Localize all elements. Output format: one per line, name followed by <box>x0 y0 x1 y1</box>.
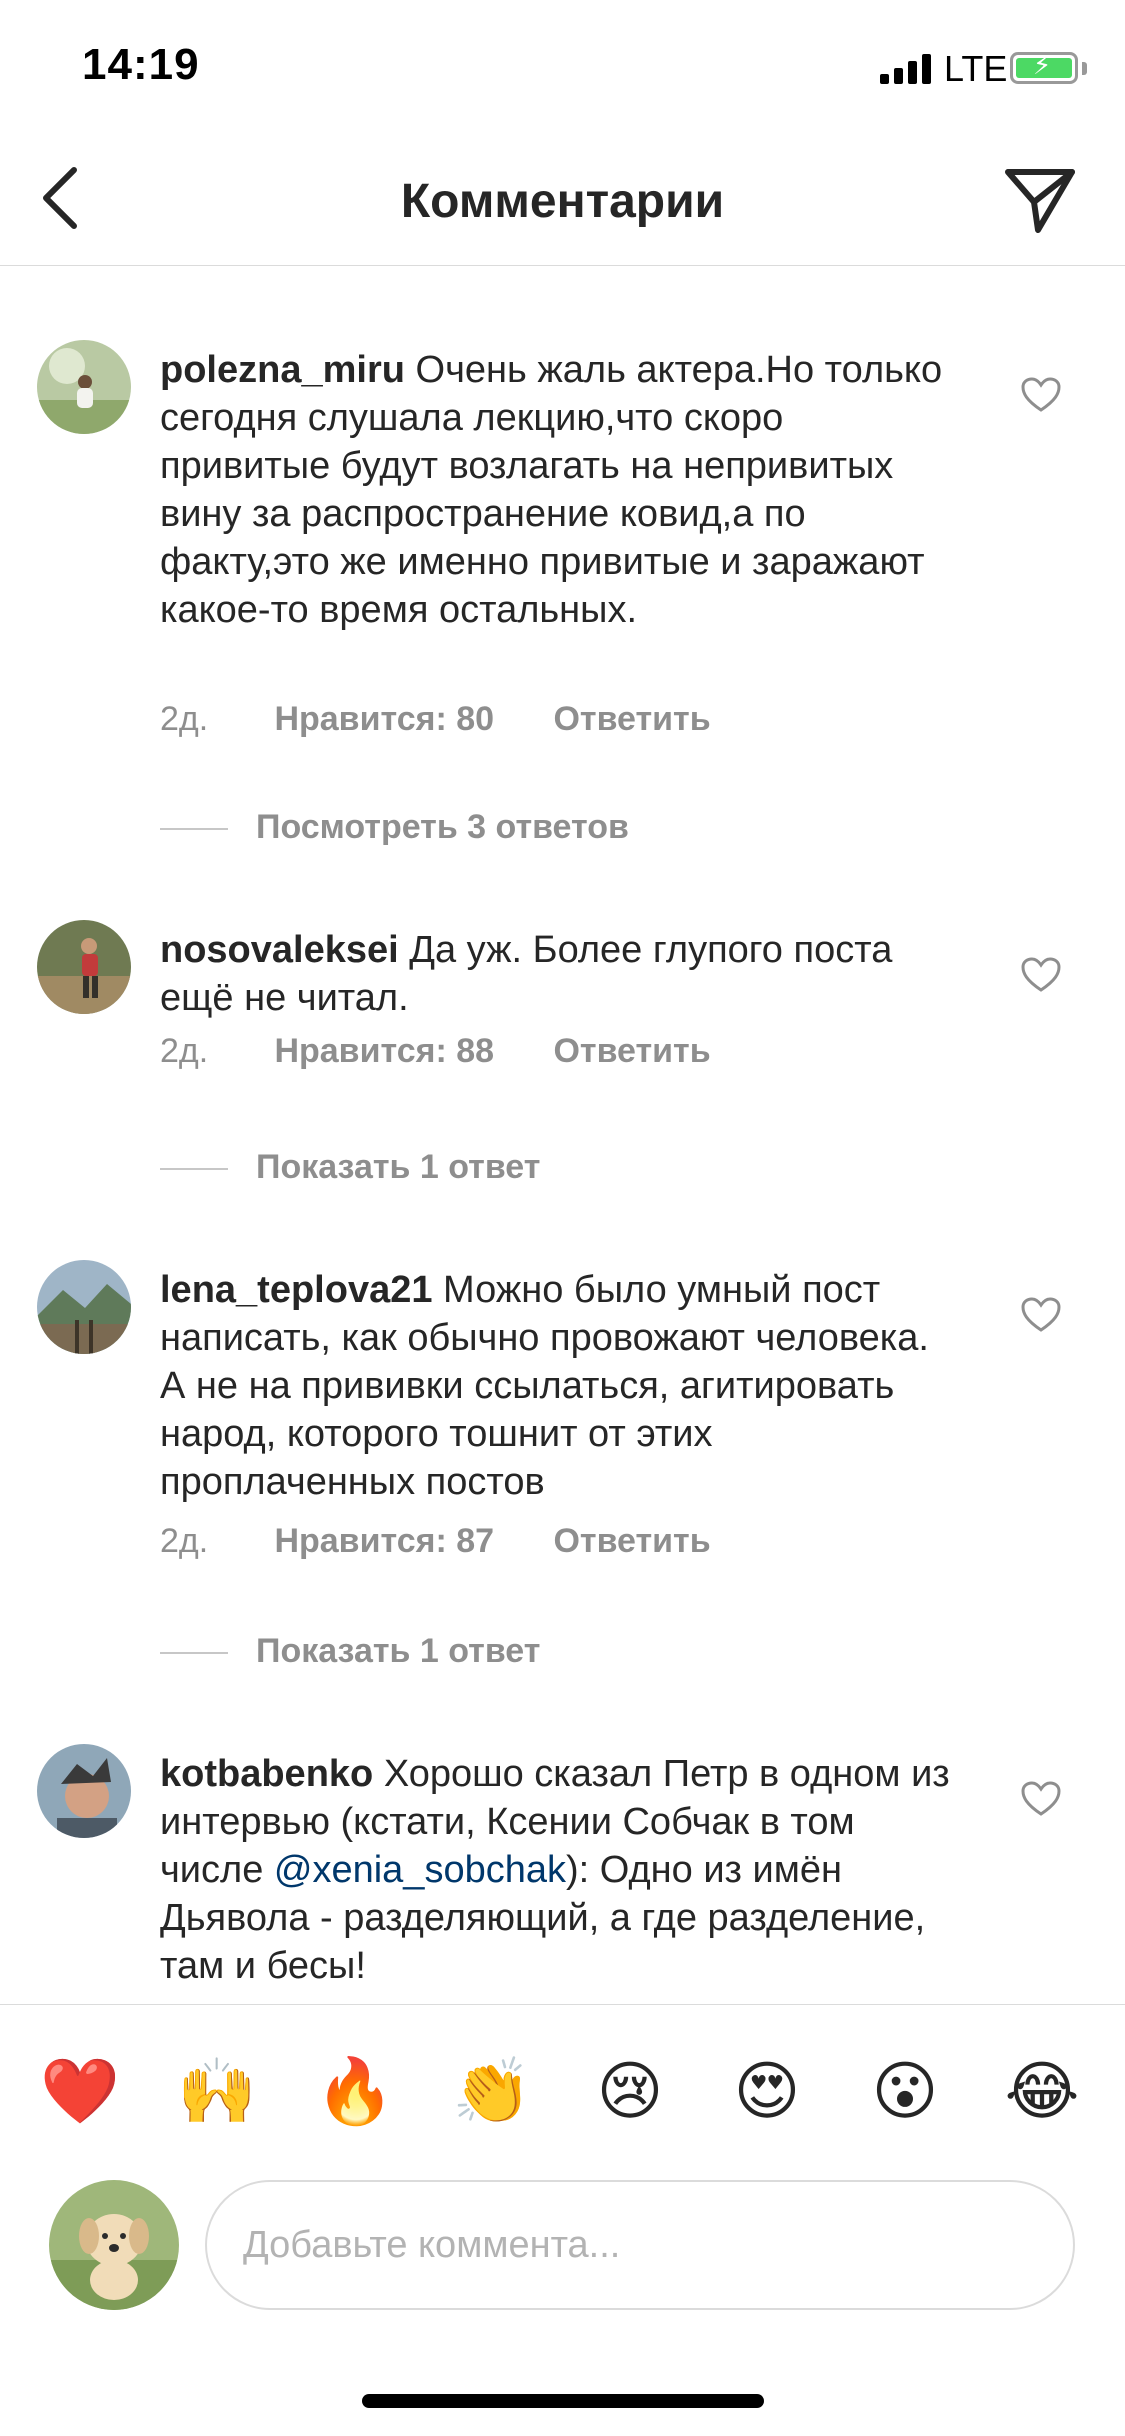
comment-time: 2д. <box>160 700 209 738</box>
comment-time: 2д. <box>160 1032 209 1070</box>
comment-username[interactable]: nosovaleksei <box>160 929 399 971</box>
replies-divider-line <box>160 1652 228 1654</box>
like-heart-icon[interactable] <box>1020 1780 1062 1818</box>
battery-icon: ⚡ <box>1010 50 1078 84</box>
comment-time: 2д. <box>160 1522 209 1560</box>
view-replies-button[interactable]: Показать 1 ответ <box>160 1632 610 1672</box>
emoji-clapping-button[interactable]: 👏 <box>452 2051 532 2131</box>
comment-username[interactable]: kotbabenko <box>160 1753 373 1795</box>
like-heart-icon[interactable] <box>1020 376 1062 414</box>
reply-button[interactable]: Ответить <box>553 1522 710 1561</box>
comment-username[interactable]: lena_teplova21 <box>160 1269 432 1311</box>
comment-text: nosovaleksei Да уж. Более глупого поста … <box>160 926 960 1022</box>
comment-content: Очень жаль актера.Но только сегодня слуш… <box>160 349 943 631</box>
reply-button[interactable]: Ответить <box>553 1032 710 1071</box>
emoji-quick-reactions: ❤️ 🙌 🔥 👏 😢 😍 😮 😂 <box>0 2004 1125 2174</box>
status-bar: 14:19 LTE ⚡ <box>0 0 1125 132</box>
avatar[interactable] <box>37 1744 131 1838</box>
comment-likes[interactable]: Нравится: 88 <box>274 1032 494 1071</box>
comment-likes[interactable]: Нравится: 87 <box>274 1522 494 1561</box>
navigation-bar: Комментарии <box>0 132 1125 266</box>
comment-item: nosovaleksei Да уж. Более глупого поста … <box>0 920 1125 1070</box>
emoji-heart-button[interactable]: ❤️ <box>40 2051 120 2131</box>
emoji-raised-hands-button[interactable]: 🙌 <box>177 2051 257 2131</box>
avatar[interactable] <box>37 340 131 434</box>
comments-list[interactable]: polezna_miru Очень жаль актера.Но только… <box>0 266 1125 2004</box>
comment-text: polezna_miru Очень жаль актера.Но только… <box>160 346 960 634</box>
comment-meta: 2д. Нравится: 88 Ответить <box>160 1032 711 1071</box>
emoji-fire-button[interactable]: 🔥 <box>315 2051 395 2131</box>
comment-input[interactable] <box>205 2180 1075 2310</box>
comment-item: polezna_miru Очень жаль актера.Но только… <box>0 340 1125 740</box>
avatar[interactable] <box>37 1260 131 1354</box>
network-type: LTE <box>944 48 1008 89</box>
comment-composer <box>0 2174 1125 2324</box>
like-heart-icon[interactable] <box>1020 956 1062 994</box>
view-replies-button[interactable]: Посмотреть 3 ответов <box>160 808 660 848</box>
emoji-heart-eyes-button[interactable]: 😍 <box>727 2051 807 2131</box>
comment-item: lena_teplova21 Можно было умный пост нап… <box>0 1260 1125 1560</box>
comment-meta: 2д. Нравится: 80 Ответить <box>160 700 711 739</box>
comment-username[interactable]: polezna_miru <box>160 349 405 391</box>
view-replies-button[interactable]: Показать 1 ответ <box>160 1148 610 1188</box>
emoji-laughing-button[interactable]: 😂 <box>1002 2051 1082 2131</box>
status-time: 14:19 <box>82 40 200 89</box>
comment-text: lena_teplova21 Можно было умный пост нап… <box>160 1266 960 1506</box>
signal-strength-icon <box>880 54 934 84</box>
like-heart-icon[interactable] <box>1020 1296 1062 1334</box>
replies-divider-line <box>160 1168 228 1170</box>
view-replies-label[interactable]: Показать 1 ответ <box>256 1148 540 1187</box>
current-user-avatar <box>49 2180 179 2310</box>
emoji-surprised-button[interactable]: 😮 <box>865 2051 945 2131</box>
comment-likes[interactable]: Нравится: 80 <box>274 700 494 739</box>
page-title: Комментарии <box>400 175 725 228</box>
home-indicator[interactable] <box>362 2394 764 2408</box>
comment-text: kotbabenko Хорошо сказал Петр в одном из… <box>160 1750 960 1990</box>
view-replies-label[interactable]: Посмотреть 3 ответов <box>256 808 629 847</box>
comment-meta: 2д. Нравится: 87 Ответить <box>160 1522 711 1561</box>
view-replies-label[interactable]: Показать 1 ответ <box>256 1632 540 1671</box>
avatar[interactable] <box>37 920 131 1014</box>
share-send-icon[interactable] <box>1000 162 1080 238</box>
mention-link[interactable]: @xenia_sobchak <box>274 1849 566 1891</box>
battery-cap <box>1082 62 1087 75</box>
replies-divider-line <box>160 828 228 830</box>
comment-item: kotbabenko Хорошо сказал Петр в одном из… <box>0 1744 1125 2004</box>
reply-button[interactable]: Ответить <box>553 700 710 739</box>
emoji-crying-button[interactable]: 😢 <box>590 2051 670 2131</box>
